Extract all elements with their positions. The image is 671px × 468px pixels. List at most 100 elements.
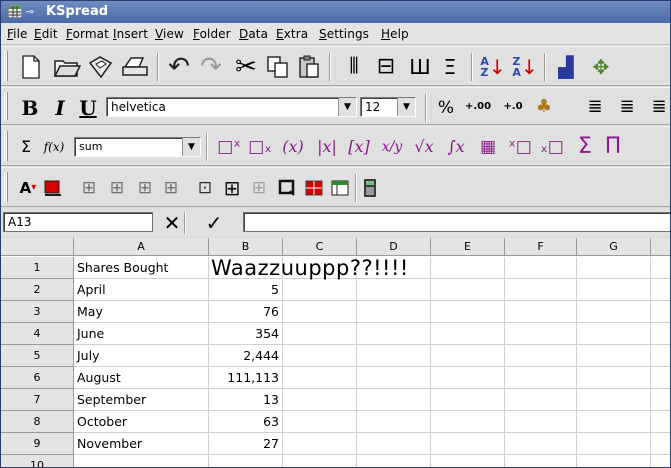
border-outline-icon[interactable]: ⊡ bbox=[193, 176, 217, 200]
border-bottom-icon[interactable]: ⊞ bbox=[159, 176, 183, 200]
row-header[interactable]: 9 bbox=[1, 433, 74, 455]
text-color-icon[interactable]: A ▾ bbox=[15, 176, 41, 200]
column-header-h[interactable] bbox=[651, 238, 670, 256]
cell[interactable] bbox=[577, 301, 651, 323]
cell-a7[interactable]: September bbox=[74, 389, 209, 411]
new-document-icon[interactable] bbox=[17, 53, 45, 81]
accept-icon[interactable]: ✓ bbox=[201, 211, 227, 235]
cell[interactable] bbox=[505, 279, 577, 301]
cell[interactable] bbox=[577, 455, 651, 467]
border-top-icon[interactable]: ⊞ bbox=[133, 176, 157, 200]
cell[interactable] bbox=[505, 345, 577, 367]
select-all-corner[interactable] bbox=[1, 238, 74, 256]
toolbar-handle[interactable] bbox=[4, 92, 8, 120]
cell-reference-field[interactable]: A13 bbox=[3, 212, 153, 232]
cell[interactable] bbox=[357, 433, 431, 455]
cell[interactable] bbox=[431, 455, 505, 467]
row-header[interactable]: 3 bbox=[1, 301, 74, 323]
cell[interactable] bbox=[577, 389, 651, 411]
cell-b8[interactable]: 63 bbox=[209, 411, 283, 433]
redo-icon[interactable]: ↷ bbox=[196, 53, 226, 81]
chevron-down-icon[interactable]: ▼ bbox=[397, 98, 415, 116]
align-center-icon[interactable]: ≣ bbox=[613, 94, 641, 120]
cell[interactable] bbox=[431, 389, 505, 411]
column-header-b[interactable]: B bbox=[209, 238, 283, 256]
menu-view[interactable]: View bbox=[155, 27, 184, 41]
cell[interactable] bbox=[505, 367, 577, 389]
border-all-icon[interactable]: ⊞ bbox=[219, 176, 245, 200]
insert-chart-icon[interactable]: ⫴ bbox=[339, 53, 369, 81]
row-header[interactable]: 1 bbox=[1, 257, 74, 279]
function-combo[interactable]: sum ▼ bbox=[74, 137, 201, 157]
cell[interactable] bbox=[283, 301, 357, 323]
menu-folder[interactable]: Folder bbox=[193, 27, 231, 41]
cell[interactable] bbox=[357, 301, 431, 323]
cell[interactable] bbox=[651, 455, 670, 467]
kspread-app-icon[interactable] bbox=[8, 5, 22, 18]
column-header-e[interactable]: E bbox=[431, 238, 505, 256]
cell-a1[interactable]: Shares Bought bbox=[74, 257, 209, 279]
subscript-icon[interactable]: □ₓ bbox=[246, 133, 274, 161]
script-icon[interactable]: ✥ bbox=[586, 53, 616, 81]
cell[interactable] bbox=[357, 345, 431, 367]
cell-b5[interactable]: 2,444 bbox=[209, 345, 283, 367]
menu-edit[interactable]: Edit bbox=[34, 27, 58, 41]
save-disk-icon[interactable] bbox=[85, 53, 115, 81]
cell[interactable] bbox=[431, 367, 505, 389]
cell[interactable] bbox=[651, 367, 670, 389]
formula-input[interactable] bbox=[243, 212, 670, 232]
cell[interactable] bbox=[283, 455, 357, 467]
cell-a4[interactable]: June bbox=[74, 323, 209, 345]
background-color-icon[interactable] bbox=[41, 176, 65, 200]
cell[interactable] bbox=[651, 323, 670, 345]
menu-insert[interactable]: Insert bbox=[113, 27, 148, 41]
border-left-icon[interactable]: ⊞ bbox=[77, 176, 101, 200]
cell[interactable] bbox=[651, 345, 670, 367]
menu-extra[interactable]: Extra bbox=[276, 27, 308, 41]
cell-b9[interactable]: 27 bbox=[209, 433, 283, 455]
row-header[interactable]: 5 bbox=[1, 345, 74, 367]
column-header-f[interactable]: F bbox=[505, 238, 577, 256]
abs-icon[interactable]: |x| bbox=[312, 133, 342, 161]
insert-table-icon[interactable]: ⊟ bbox=[371, 53, 401, 81]
cell[interactable] bbox=[651, 279, 670, 301]
cell-a10[interactable] bbox=[74, 455, 209, 467]
cell[interactable] bbox=[505, 433, 577, 455]
chart-icon[interactable]: ▟ bbox=[551, 53, 581, 81]
border-remove-icon[interactable]: ⊞ bbox=[247, 176, 271, 200]
toolbar-handle[interactable] bbox=[4, 131, 8, 161]
cell[interactable] bbox=[651, 257, 670, 279]
paste-icon[interactable] bbox=[294, 53, 324, 81]
row-header[interactable]: 6 bbox=[1, 367, 74, 389]
brackets-icon[interactable]: [x] bbox=[343, 133, 375, 161]
print-icon[interactable] bbox=[119, 53, 151, 81]
percent-button[interactable]: % bbox=[433, 96, 459, 120]
align-right-icon[interactable]: ≣ bbox=[645, 94, 670, 120]
decrease-precision-button[interactable]: +.0 bbox=[499, 94, 527, 120]
sort-ascending-icon[interactable]: A Z ↓ bbox=[478, 53, 508, 81]
cell[interactable] bbox=[577, 323, 651, 345]
cell[interactable] bbox=[283, 389, 357, 411]
cell-b4[interactable]: 354 bbox=[209, 323, 283, 345]
superscript-icon[interactable]: □ˣ bbox=[215, 133, 243, 161]
align-left-icon[interactable]: ≣ bbox=[581, 94, 609, 120]
cell[interactable] bbox=[505, 301, 577, 323]
autosum-button[interactable]: Σ bbox=[15, 135, 37, 159]
menu-file[interactable]: File bbox=[7, 27, 28, 41]
cell[interactable] bbox=[283, 323, 357, 345]
column-header-d[interactable]: D bbox=[357, 238, 431, 256]
parentheses-icon[interactable]: (x) bbox=[277, 133, 309, 161]
cell-b1-text[interactable]: Waazzuuppp??!!!! bbox=[209, 258, 411, 279]
column-header-c[interactable]: C bbox=[283, 238, 357, 256]
product-icon[interactable]: Π bbox=[599, 133, 627, 161]
cell[interactable] bbox=[505, 257, 577, 279]
cell[interactable] bbox=[651, 411, 670, 433]
cell-a8[interactable]: October bbox=[74, 411, 209, 433]
menu-help[interactable]: Help bbox=[381, 27, 409, 41]
toolbar-handle[interactable] bbox=[4, 172, 8, 202]
menu-format[interactable]: Format bbox=[66, 27, 109, 41]
toolbar-handle[interactable] bbox=[4, 51, 8, 81]
cell-b7[interactable]: 13 bbox=[209, 389, 283, 411]
cell-b10[interactable] bbox=[209, 455, 283, 467]
cell[interactable] bbox=[505, 323, 577, 345]
